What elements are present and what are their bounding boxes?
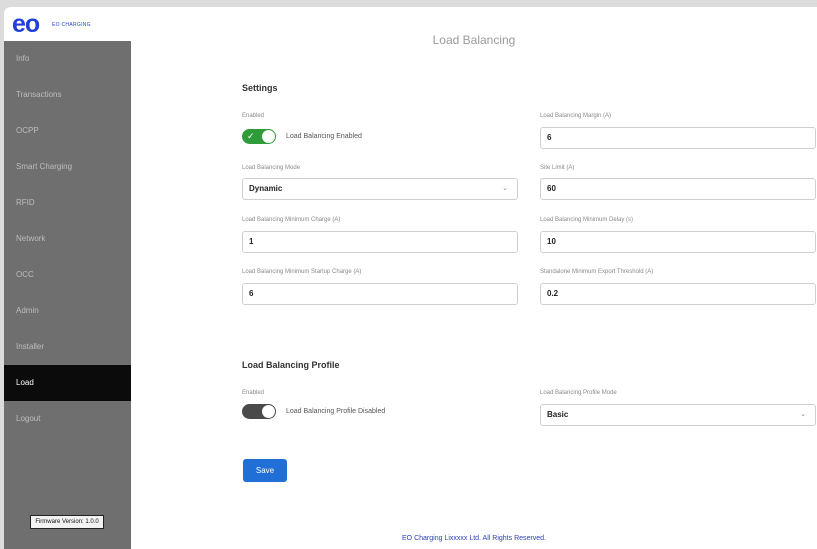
sidebar-item-rfid[interactable]: RFID — [4, 185, 131, 221]
sidebar-nav: Info Transactions OCPP Smart Charging RF… — [4, 41, 131, 437]
settings-title: Settings — [242, 83, 278, 93]
load-balancing-toggle[interactable]: ✓ — [242, 129, 276, 144]
min-delay-label: Load Balancing Minimum Delay (s) — [540, 217, 634, 223]
sidebar-item-installer[interactable]: Installer — [4, 329, 131, 365]
toggle-knob — [262, 405, 275, 418]
sidebar-item-occ[interactable]: OCC — [4, 257, 131, 293]
load-balancing-mode-select[interactable]: Dynamic ⌄ — [242, 178, 518, 200]
sidebar-item-transactions[interactable]: Transactions — [4, 77, 131, 113]
margin-label: Load Balancing Margin (A) — [540, 113, 612, 119]
min-charge-label: Load Balancing Minimum Charge (A) — [242, 217, 341, 223]
main-content: Load Balancing Settings Enabled ✓ Load B… — [131, 7, 817, 549]
min-delay-input[interactable]: 10 — [540, 231, 816, 253]
threshold-input[interactable]: 0.2 — [540, 283, 816, 305]
profile-toggle[interactable] — [242, 404, 276, 419]
profile-title: Load Balancing Profile — [242, 360, 340, 370]
chevron-down-icon: ⌄ — [502, 185, 508, 192]
firmware-version-badge: Firmware Version: 1.0.0 — [30, 515, 104, 529]
logo-text: EO CHARGING — [52, 22, 91, 28]
sidebar-item-ocpp[interactable]: OCPP — [4, 113, 131, 149]
sidebar-item-network[interactable]: Network — [4, 221, 131, 257]
load-balancing-enabled-text: Load Balancing Enabled — [286, 133, 362, 140]
mode-value: Dynamic — [249, 184, 283, 193]
profile-disabled-text: Load Balancing Profile Disabled — [286, 408, 386, 415]
save-button[interactable]: Save — [243, 459, 287, 482]
toggle-knob — [262, 130, 275, 143]
profile-mode-select[interactable]: Basic ⌄ — [540, 404, 816, 426]
page-title: Load Balancing — [432, 33, 516, 47]
site-limit-label: Site Limit (A) — [540, 165, 575, 171]
logo: eo EO CHARGING — [4, 7, 131, 41]
sidebar-item-logout[interactable]: Logout — [4, 401, 131, 437]
profile-enabled-label: Enabled — [242, 390, 265, 396]
check-icon: ✓ — [247, 131, 255, 141]
margin-input[interactable]: 6 — [540, 127, 816, 149]
sidebar: eo EO CHARGING Info Transactions OCPP Sm… — [4, 7, 131, 549]
profile-mode-label: Load Balancing Profile Mode — [540, 390, 617, 396]
logo-mark: eo — [12, 10, 40, 38]
sidebar-item-load[interactable]: Load — [4, 365, 131, 401]
threshold-label: Standalone Minimum Export Threshold (A) — [540, 269, 654, 275]
sidebar-item-smart-charging[interactable]: Smart Charging — [4, 149, 131, 185]
footer-copyright: EO Charging Lixxxxx Ltd. All Rights Rese… — [402, 535, 546, 542]
mode-label: Load Balancing Mode — [242, 165, 301, 171]
site-limit-input[interactable]: 60 — [540, 178, 816, 200]
chevron-down-icon: ⌄ — [800, 411, 806, 418]
min-charge-input[interactable]: 1 — [242, 231, 518, 253]
profile-mode-value: Basic — [547, 410, 569, 419]
sidebar-item-admin[interactable]: Admin — [4, 293, 131, 329]
min-startup-input[interactable]: 6 — [242, 283, 518, 305]
app-window: eo EO CHARGING Info Transactions OCPP Sm… — [4, 7, 817, 549]
enabled-label: Enabled — [242, 113, 265, 119]
sidebar-item-info[interactable]: Info — [4, 41, 131, 77]
min-startup-label: Load Balancing Minimum Startup Charge (A… — [242, 269, 362, 275]
